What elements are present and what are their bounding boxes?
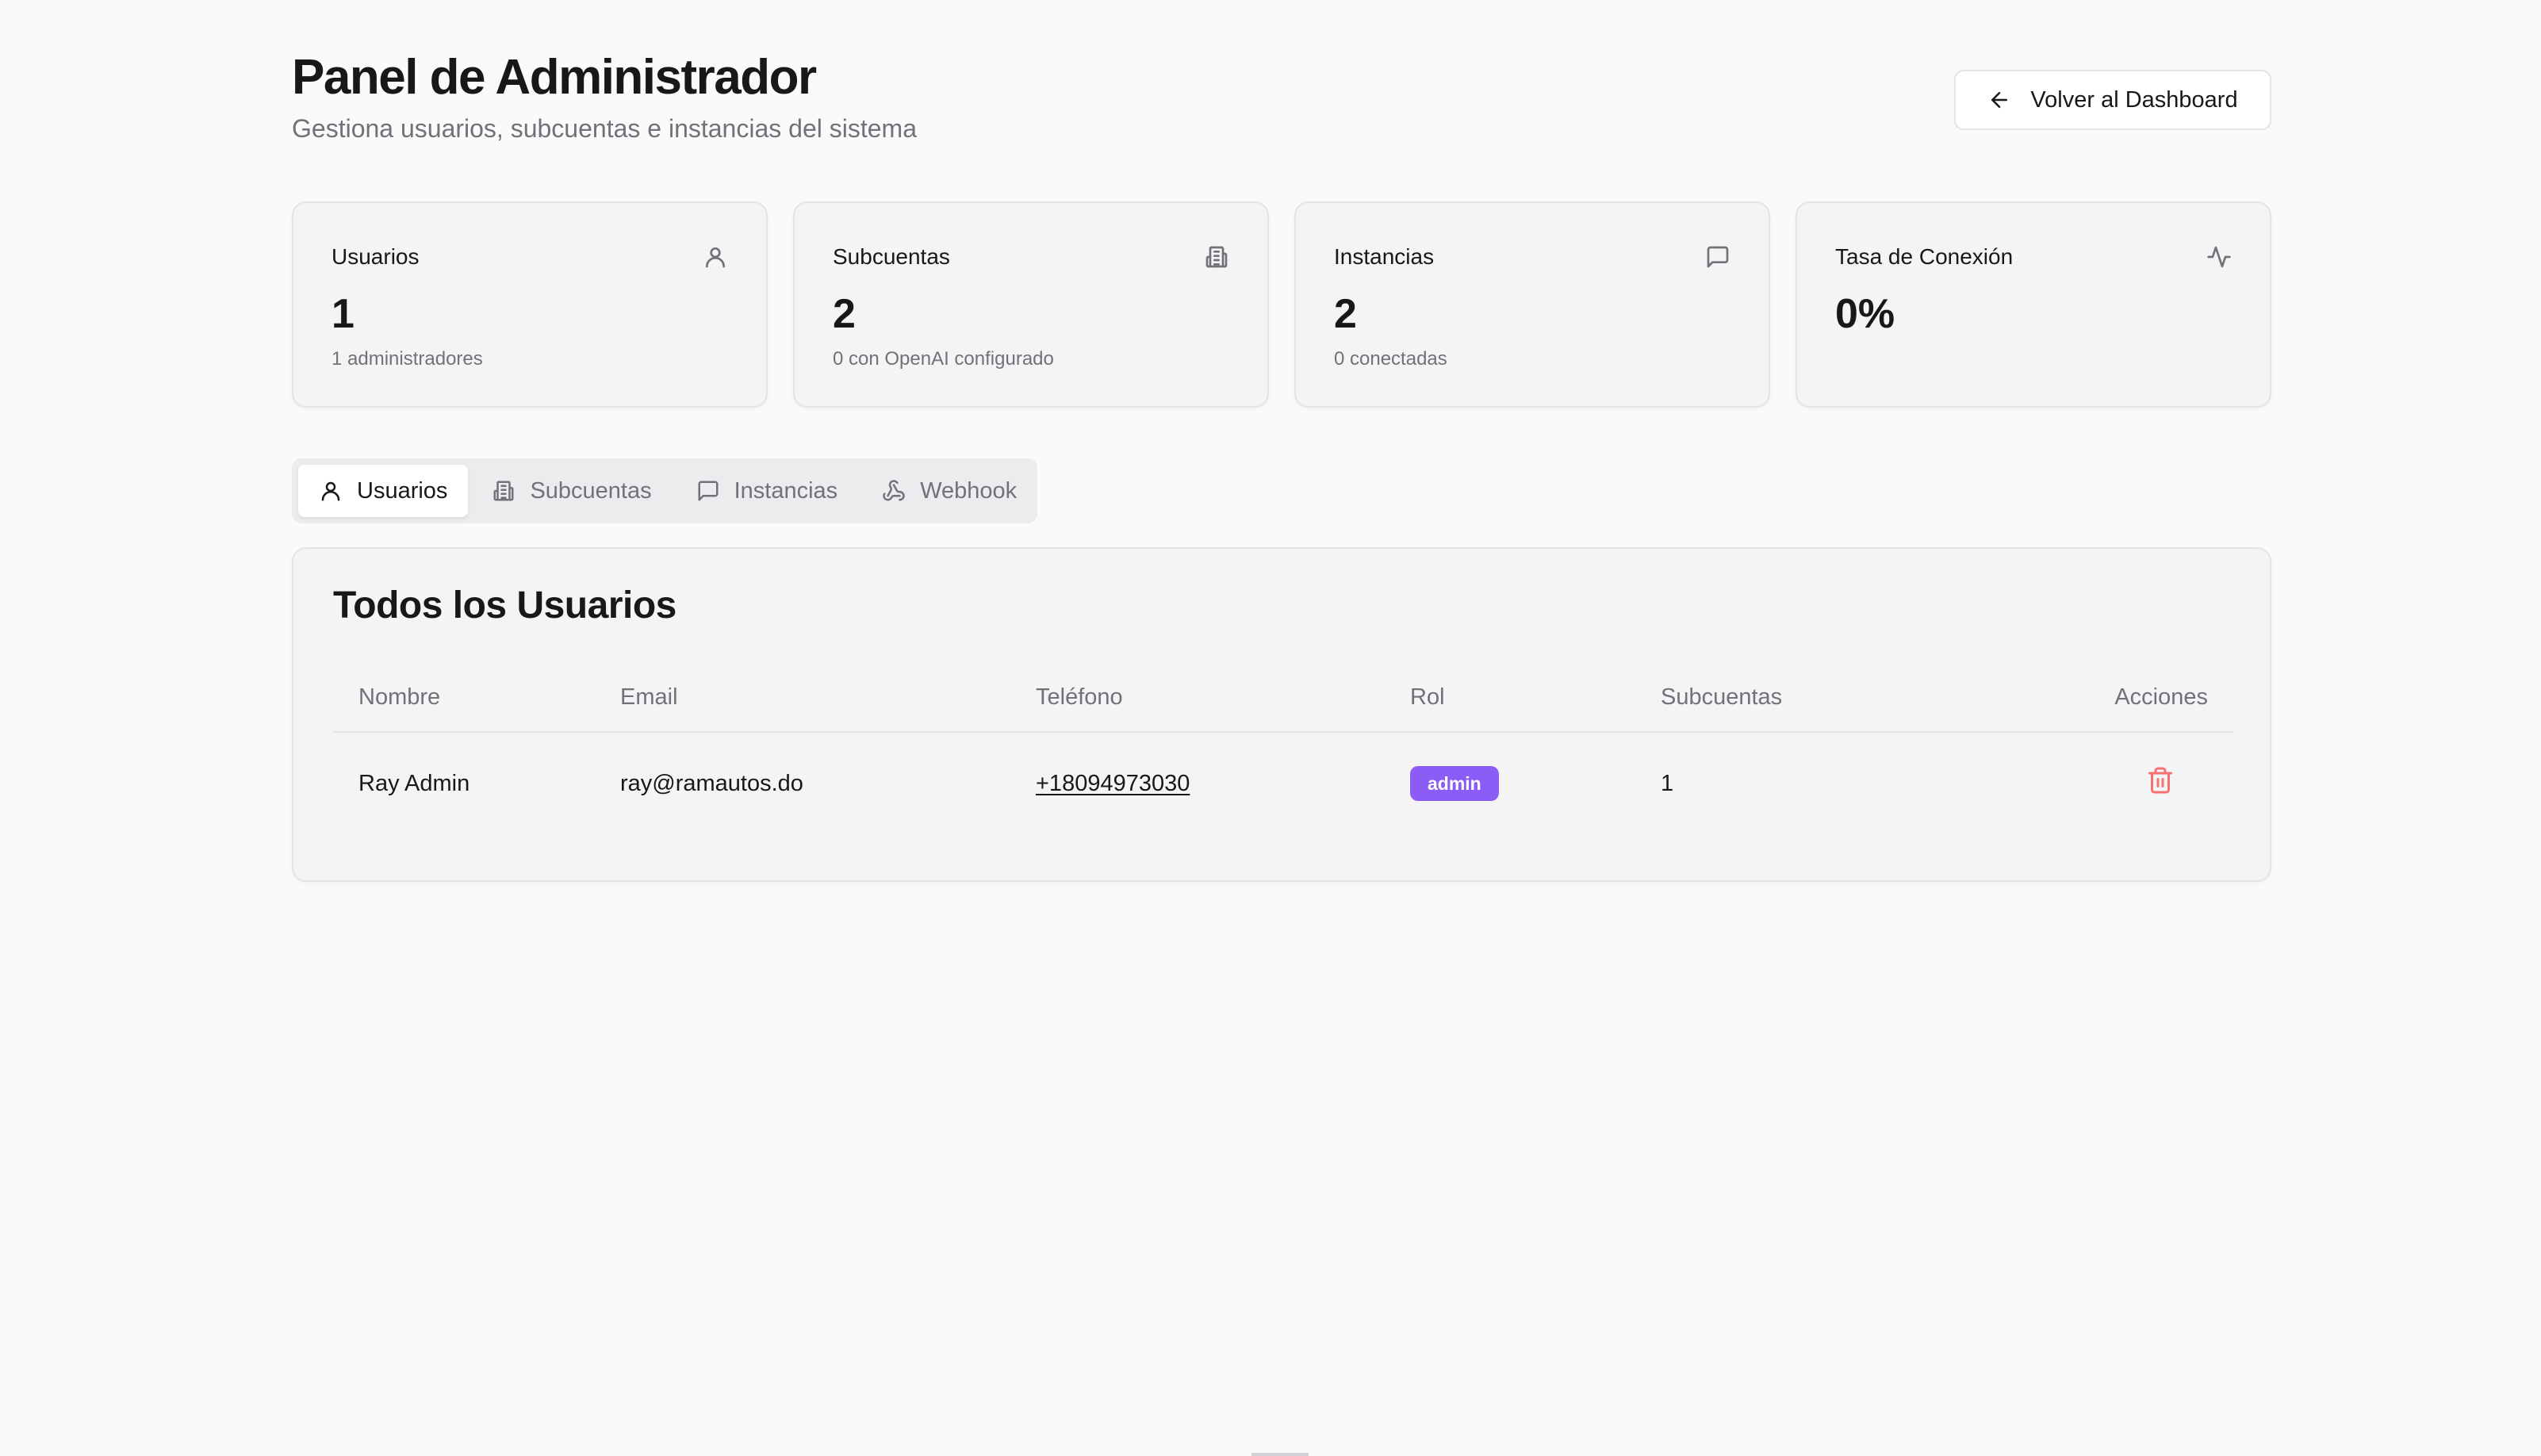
tab-webhook[interactable]: Webhook xyxy=(861,465,1037,517)
building-icon xyxy=(1205,246,1228,268)
table-row: Ray Admin ray@ramautos.do +18094973030 a… xyxy=(333,733,2233,834)
page-header: Panel de Administrador Gestiona usuarios… xyxy=(292,48,2271,151)
stat-note: 1 administradores xyxy=(332,348,483,370)
arrow-left-icon xyxy=(1991,92,2008,108)
back-button-label: Volver al Dashboard xyxy=(2030,86,2238,113)
stat-value: 2 xyxy=(1334,291,1357,337)
stat-card-tasa-conexion: Tasa de Conexión 0% xyxy=(1796,201,2271,408)
stat-card-subcuentas: Subcuentas 2 0 con OpenAI configurado xyxy=(793,201,1269,408)
webhook-icon xyxy=(883,480,905,501)
tab-label: Usuarios xyxy=(357,477,448,504)
column-header-subcuentas: Subcuentas xyxy=(1661,684,1783,710)
role-badge: admin xyxy=(1410,766,1499,801)
column-header-email: Email xyxy=(620,684,678,710)
stat-value: 0% xyxy=(1835,291,1895,337)
user-name: Ray Admin xyxy=(358,770,470,796)
admin-tabs: Usuarios Subcuentas Instancias Webhook xyxy=(292,458,1037,523)
user-email: ray@ramautos.do xyxy=(620,770,803,796)
column-header-acciones: Acciones xyxy=(2114,684,2208,710)
stat-note: 0 conectadas xyxy=(1334,348,1447,370)
tab-label: Instancias xyxy=(734,477,838,504)
stat-label: Tasa de Conexión xyxy=(1835,244,2014,269)
user-subaccounts-count: 1 xyxy=(1661,770,1674,796)
user-phone-link[interactable]: +18094973030 xyxy=(1036,771,1190,796)
stat-card-usuarios: Usuarios 1 1 administradores xyxy=(292,201,768,408)
stat-note: 0 con OpenAI configurado xyxy=(833,348,1054,370)
column-header-nombre: Nombre xyxy=(358,684,441,710)
table-header: Nombre Email Teléfono Rol Subcuentas Acc… xyxy=(333,663,2233,733)
tab-label: Subcuentas xyxy=(530,477,652,504)
admin-page: Panel de Administrador Gestiona usuarios… xyxy=(0,0,2541,1456)
stat-value: 1 xyxy=(332,291,355,337)
users-table: Nombre Email Teléfono Rol Subcuentas Acc… xyxy=(333,663,2233,834)
building-icon xyxy=(493,481,514,501)
activity-icon xyxy=(2207,246,2231,268)
tab-label: Webhook xyxy=(920,477,1018,504)
panel-title: Todos los Usuarios xyxy=(333,584,676,626)
tab-subcuentas[interactable]: Subcuentas xyxy=(471,465,672,517)
stat-label: Subcuentas xyxy=(833,244,950,269)
users-panel: Todos los Usuarios Nombre Email Teléfono… xyxy=(292,547,2271,882)
column-header-rol: Rol xyxy=(1410,684,1445,710)
stat-value: 2 xyxy=(833,291,856,337)
stat-label: Instancias xyxy=(1334,244,1435,269)
stat-card-instancias: Instancias 2 0 conectadas xyxy=(1294,201,1770,408)
tab-instancias[interactable]: Instancias xyxy=(676,465,859,517)
delete-user-button[interactable] xyxy=(2146,766,2175,795)
stat-label: Usuarios xyxy=(332,244,420,269)
user-icon xyxy=(321,481,340,501)
message-square-icon xyxy=(1707,246,1729,268)
user-icon xyxy=(706,247,725,268)
tab-usuarios[interactable]: Usuarios xyxy=(298,465,469,517)
back-to-dashboard-button[interactable]: Volver al Dashboard xyxy=(1954,70,2271,130)
stats-row: Usuarios 1 1 administradores Subcuentas … xyxy=(292,201,2271,408)
bottom-scroll-indicator xyxy=(1251,1453,1309,1456)
trash-icon xyxy=(2148,767,2172,794)
column-header-telefono: Teléfono xyxy=(1036,684,1123,710)
message-square-icon xyxy=(698,481,719,501)
